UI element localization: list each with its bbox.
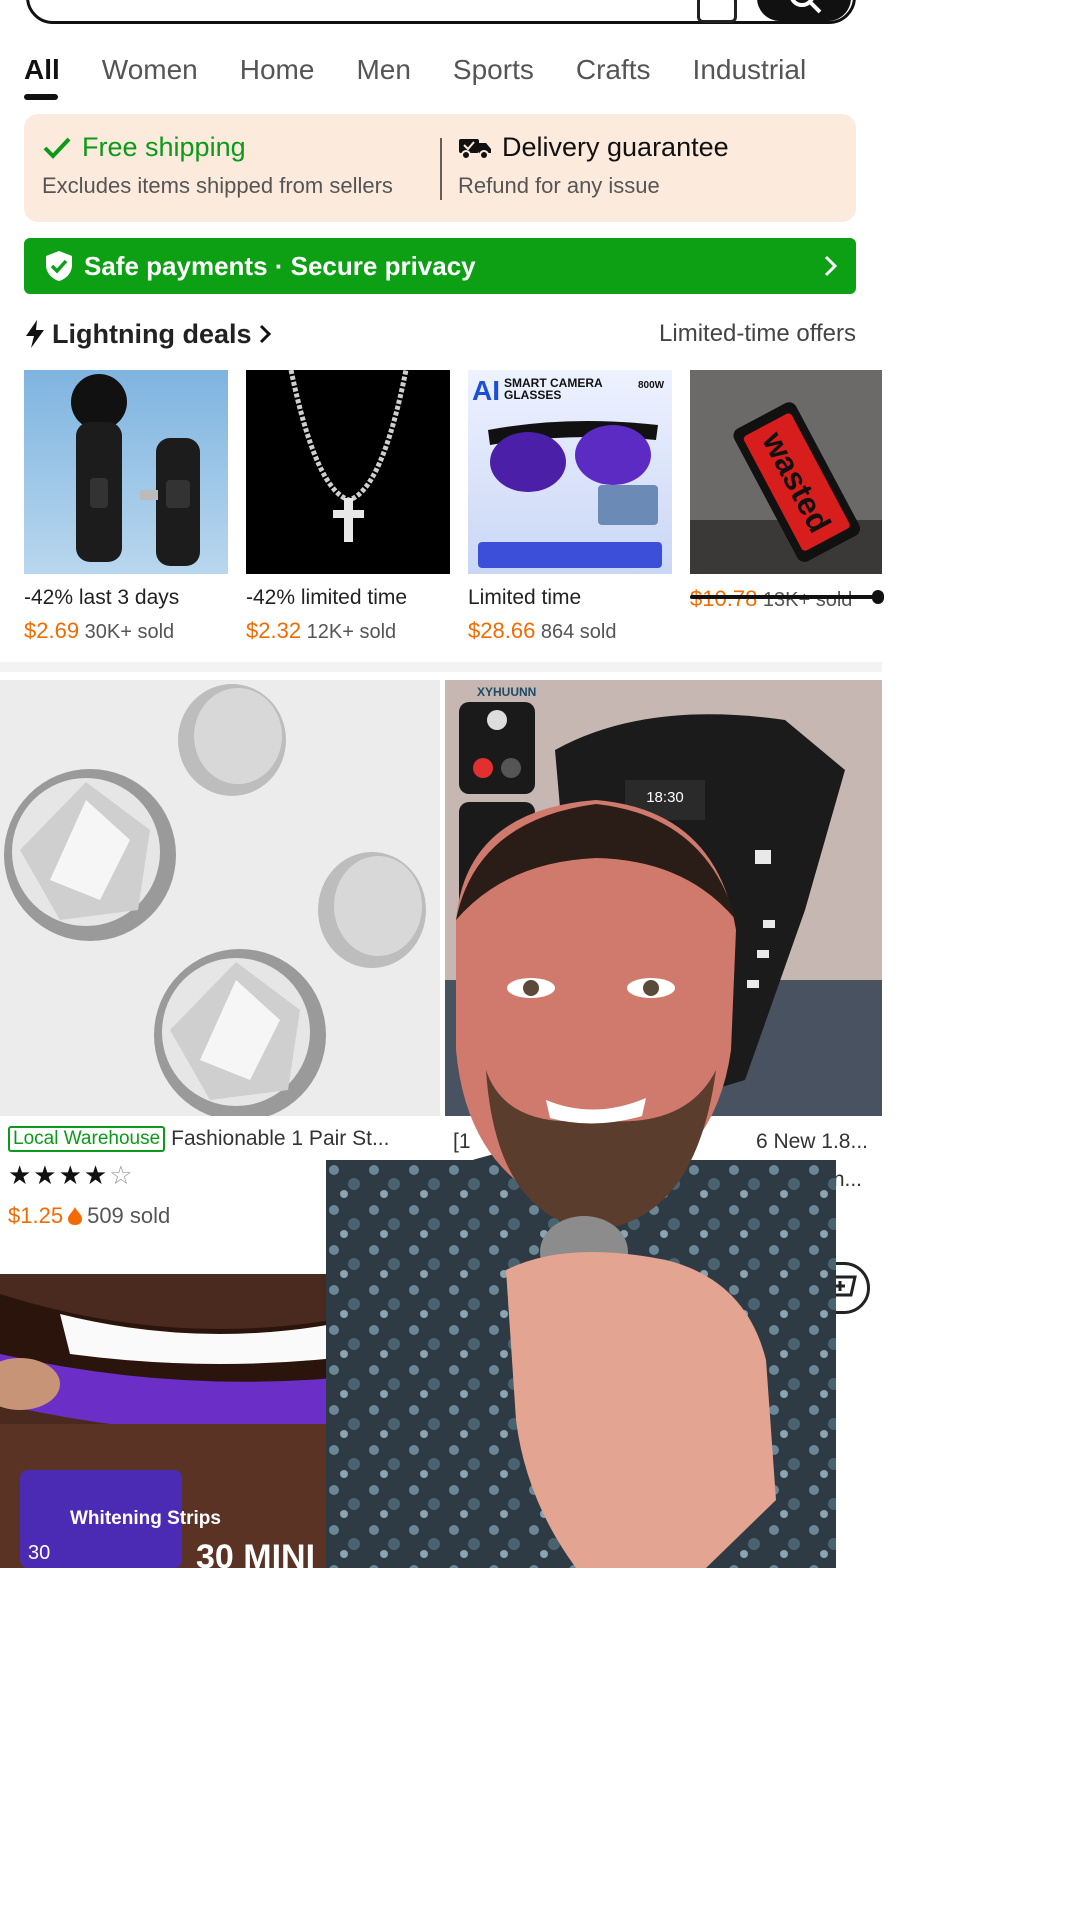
tab-all[interactable]: All — [24, 50, 60, 100]
deal-card[interactable]: wasted $10.78 13K+ sold — [690, 370, 882, 612]
deal-sold: 13K+ sold — [762, 589, 853, 611]
flame-icon — [68, 1207, 83, 1225]
free-shipping-subtitle: Excludes items shipped from sellers — [42, 173, 393, 198]
product-sold: 509 sold — [87, 1203, 171, 1228]
price-value: 1.25 — [20, 1203, 64, 1228]
free-shipping-title: Free shipping — [82, 132, 246, 162]
empty-star: ☆ — [109, 1160, 135, 1190]
chevron-right-icon — [259, 324, 271, 344]
product-price: $1.25 — [8, 1203, 63, 1229]
search-button[interactable] — [757, 0, 851, 21]
glasses-line2: GLASSES — [504, 388, 561, 402]
deal-sold: 12K+ sold — [306, 621, 397, 643]
deal-label: -42% limited time — [246, 586, 408, 609]
deals-scrollbar[interactable] — [690, 590, 884, 604]
local-warehouse-badge: Local Warehouse — [8, 1126, 166, 1152]
delivery-truck-icon — [459, 138, 491, 160]
chevron-right-icon — [824, 255, 838, 277]
tab-men[interactable]: Men — [356, 50, 410, 98]
delivery-guarantee-subtitle: Refund for any issue — [458, 173, 660, 198]
tab-industrial[interactable]: Industrial — [693, 50, 807, 98]
pack-count: 30 — [28, 1542, 50, 1564]
camera-search-icon[interactable] — [697, 0, 737, 23]
shipping-banner[interactable]: Free shipping Excludes items shipped fro… — [24, 114, 856, 222]
currency-symbol: $ — [8, 1203, 21, 1228]
deal-card[interactable]: -42% limited time $2.32 12K+ sold — [246, 370, 450, 644]
deal-card[interactable]: -42% last 3 days $2.69 30K+ sold — [24, 370, 228, 644]
whitening-banner: 30 MINI — [196, 1538, 315, 1568]
presenter-video-overlay — [326, 800, 836, 1568]
deal-price: $2.69 — [24, 618, 79, 643]
category-tabs: All Women Home Men Sports Crafts Industr… — [24, 50, 882, 106]
deal-sold: 30K+ sold — [84, 621, 175, 643]
tab-women[interactable]: Women — [102, 50, 198, 98]
lightning-icon — [26, 320, 44, 348]
safe-payments-label: Safe payments · Secure privacy — [84, 250, 476, 281]
price-value: 2.32 — [258, 618, 302, 643]
currency-symbol: $ — [468, 618, 481, 643]
deal-price: $2.32 — [246, 618, 301, 643]
deal-sold: 864 sold — [540, 621, 617, 643]
price-value: 2.69 — [36, 618, 80, 643]
camera-glasses-image: AI SMART CAMERA GLASSES 800W — [468, 370, 672, 574]
tab-sports[interactable]: Sports — [453, 50, 534, 98]
section-divider — [0, 662, 882, 672]
tab-home[interactable]: Home — [240, 50, 315, 98]
limited-time-offers-link[interactable]: Limited-time offers — [659, 320, 856, 348]
wasted-rug-image: wasted — [690, 370, 882, 574]
pack-label: Whitening Strips — [70, 1508, 221, 1529]
glasses-mp: 800W — [638, 380, 665, 391]
currency-symbol: $ — [24, 618, 37, 643]
glasses-brand: AI — [472, 375, 500, 406]
banner-divider — [440, 138, 442, 200]
wireless-microphone-image — [24, 370, 228, 574]
price-value: 28.66 — [480, 618, 536, 643]
deal-card[interactable]: AI SMART CAMERA GLASSES 800W Limited tim… — [468, 370, 672, 644]
safe-payments-banner[interactable]: Safe payments · Secure privacy — [24, 238, 856, 294]
product-title-line2: n... — [832, 1168, 862, 1191]
shield-check-icon — [46, 251, 72, 281]
search-bar[interactable] — [26, 0, 856, 24]
deal-label: Limited time — [468, 586, 582, 609]
tab-crafts[interactable]: Crafts — [576, 50, 651, 98]
lightning-deals-link[interactable]: Lightning deals — [24, 319, 272, 350]
lightning-deals-title: Lightning deals — [52, 318, 252, 349]
delivery-guarantee-title: Delivery guarantee — [502, 132, 729, 162]
deal-price: $28.66 — [468, 618, 535, 643]
deal-label: -42% last 3 days — [24, 586, 180, 609]
checkmark-icon — [43, 137, 71, 159]
currency-symbol: $ — [246, 618, 259, 643]
cross-necklace-image — [246, 370, 450, 574]
watch-brand: XYHUUNN — [477, 685, 536, 699]
filled-stars: ★★★★ — [8, 1160, 110, 1190]
lightning-deals-header: Lightning deals Limited-time offers — [24, 312, 856, 356]
search-icon — [790, 0, 822, 14]
